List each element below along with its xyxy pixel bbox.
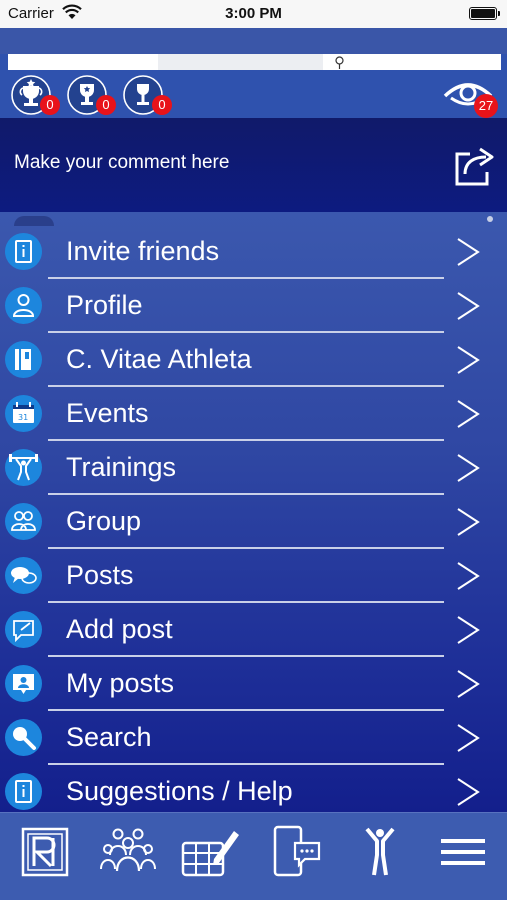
battery-icon	[469, 7, 500, 20]
chevron-right-icon	[457, 400, 480, 428]
menu-item-group[interactable]: Group	[0, 494, 507, 549]
clock: 3:00 PM	[225, 5, 282, 22]
menu-item-add-post[interactable]: Add post	[0, 602, 507, 657]
book-icon	[5, 341, 42, 378]
phone-chat-icon[interactable]	[265, 821, 325, 883]
trophy-medal-icon[interactable]: 0	[66, 74, 116, 116]
user-icon	[5, 287, 42, 324]
comment-area[interactable]: Make your comment here	[0, 118, 507, 212]
trophies: 0 0 0	[10, 74, 172, 118]
tab-bar	[0, 812, 507, 900]
my-posts-icon	[5, 665, 42, 702]
info-icon	[5, 233, 42, 270]
menu-item-label: Posts	[66, 560, 134, 590]
menu-item-label: C. Vitae Athleta	[66, 344, 252, 374]
menu-item-label: Trainings	[66, 452, 177, 482]
menu-item-label: Events	[66, 398, 149, 428]
calendar-edit-icon[interactable]	[180, 821, 240, 883]
chevron-right-icon	[457, 778, 480, 806]
trophy-count-badge: 0	[152, 95, 172, 115]
group-icon	[5, 503, 42, 540]
header-band	[0, 28, 507, 54]
logo-icon[interactable]	[15, 821, 75, 883]
chevron-right-icon	[457, 292, 480, 320]
chat-bubbles-icon	[5, 557, 42, 594]
chevron-right-icon	[457, 616, 480, 644]
menu-item-suggestions-help[interactable]: Suggestions / Help	[0, 764, 507, 812]
trophy-cup-icon[interactable]: 0	[122, 74, 172, 116]
people-icon[interactable]	[98, 821, 158, 883]
menu-item-label: My posts	[66, 668, 175, 698]
chevron-right-icon	[457, 454, 480, 482]
info-icon	[5, 773, 42, 810]
location-pin-icon	[335, 56, 344, 69]
menu-item-search[interactable]: Search	[0, 710, 507, 765]
menu-item-events[interactable]: 31 Events	[0, 386, 507, 441]
menu-item-label: Suggestions / Help	[66, 776, 293, 806]
add-post-icon	[5, 611, 42, 648]
menu-item-cv-athleta[interactable]: C. Vitae Athleta	[0, 332, 507, 387]
menu-item-label: Invite friends	[66, 236, 220, 266]
menu-item-profile[interactable]: Profile	[0, 278, 507, 333]
hamburger-menu-icon[interactable]	[433, 821, 493, 883]
views-count-badge: 27	[474, 94, 498, 118]
chevron-right-icon	[457, 346, 480, 374]
menu-item-label: Group	[66, 506, 142, 536]
chevron-right-icon	[457, 724, 480, 752]
search-icon	[5, 719, 42, 756]
share-icon[interactable]	[450, 142, 498, 190]
comment-placeholder[interactable]: Make your comment here	[14, 152, 229, 174]
menu-item-trainings[interactable]: Trainings	[0, 440, 507, 495]
menu-item-label: Search	[66, 722, 152, 752]
chevron-right-icon	[457, 508, 480, 536]
menu-item-my-posts[interactable]: My posts	[0, 656, 507, 711]
weightlifter-icon	[5, 449, 42, 486]
svg-text:31: 31	[18, 413, 28, 422]
status-bar: Carrier 3:00 PM	[0, 0, 507, 28]
cover-strip	[8, 54, 501, 70]
trophy-count-badge: 0	[40, 95, 60, 115]
menu-item-label: Add post	[66, 614, 173, 644]
menu-item-label: Profile	[66, 290, 143, 320]
menu-item-invite-friends[interactable]: Invite friends	[0, 224, 507, 279]
chevron-right-icon	[457, 562, 480, 590]
views-counter[interactable]: 27	[443, 76, 503, 118]
trophy-count-badge: 0	[96, 95, 116, 115]
menu-item-posts[interactable]: Posts	[0, 548, 507, 603]
side-menu: Invite friends Profile C. Vitae Athleta …	[0, 212, 507, 812]
athlete-icon[interactable]	[350, 821, 410, 883]
trophy-star-icon[interactable]: 0	[10, 74, 60, 116]
chevron-right-icon	[457, 238, 480, 266]
chevron-right-icon	[457, 670, 480, 698]
calendar-icon: 31	[5, 395, 42, 432]
